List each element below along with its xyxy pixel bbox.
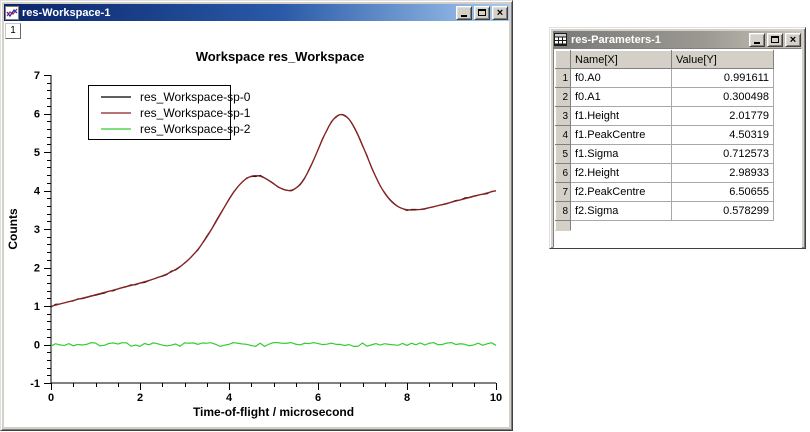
y-axis-tick-label: 3 xyxy=(34,224,40,236)
table-row: 2f0.A10.300498 xyxy=(556,88,774,107)
x-axis-tick-label: 0 xyxy=(48,392,54,404)
cell-name[interactable]: f1.PeakCentre xyxy=(571,126,672,145)
minimize-button[interactable] xyxy=(749,33,765,47)
row-header[interactable]: 7 xyxy=(556,183,571,202)
cell-value[interactable]: 0.300498 xyxy=(672,88,774,107)
table-row-partial xyxy=(556,221,774,231)
cell-name[interactable]: f2.PeakCentre xyxy=(571,183,672,202)
legend-label: res_Workspace-sp-0 xyxy=(140,90,251,104)
plot-area: 1 -1 0 1 2 3 4 5 6 7 0 2 4 6 8 10 Workspace res_Workspa… xyxy=(4,21,509,427)
row-header[interactable]: 1 xyxy=(556,69,571,88)
y-axis-tick-label: 0 xyxy=(34,340,40,352)
close-icon: × xyxy=(497,8,503,18)
x-axis-tick-label: 4 xyxy=(226,392,233,404)
table-row: 4f1.PeakCentre4.50319 xyxy=(556,126,774,145)
table-row: 6f2.Height2.98933 xyxy=(556,164,774,183)
minimize-icon xyxy=(754,42,760,44)
parameters-table-area: Name[X] Value[Y] 1f0.A00.9916112f0.A10.3… xyxy=(553,48,802,248)
plot-canvas[interactable]: -1 0 1 2 3 4 5 6 7 0 2 4 6 8 10 Workspace res_Workspace… xyxy=(4,21,509,427)
maximize-button[interactable] xyxy=(474,6,490,20)
y-axis-tick-label: 1 xyxy=(34,301,40,313)
close-button[interactable]: × xyxy=(785,33,801,47)
y-axis-tick-label: -1 xyxy=(30,378,40,390)
cell-value[interactable]: 0.578299 xyxy=(672,202,774,221)
cell-value[interactable]: 0.712573 xyxy=(672,145,774,164)
layer-1-button[interactable]: 1 xyxy=(5,23,21,39)
parameters-window-controls: × xyxy=(747,33,801,47)
x-axis-tick-label: 8 xyxy=(404,392,410,404)
cell-value[interactable]: 2.01779 xyxy=(672,107,774,126)
y-axis-tick-label: 4 xyxy=(34,186,41,198)
cell-name[interactable]: f1.Sigma xyxy=(571,145,672,164)
empty-cell xyxy=(571,221,774,231)
cell-value[interactable]: 4.50319 xyxy=(672,126,774,145)
maximize-icon xyxy=(478,9,486,16)
legend-label: res_Workspace-sp-2 xyxy=(140,122,251,136)
workspace-window: res-Workspace-1 × 1 -1 0 1 2 3 4 5 6 7 0 2 4 6 8 10 Wor… xyxy=(0,0,513,431)
table-corner-cell[interactable] xyxy=(556,51,571,69)
series-sp-0 xyxy=(51,115,496,308)
y-axis-tick-label: 7 xyxy=(34,70,40,82)
row-header[interactable]: 3 xyxy=(556,107,571,126)
table-row: 1f0.A00.991611 xyxy=(556,69,774,88)
cell-name[interactable]: f2.Sigma xyxy=(571,202,672,221)
parameters-titlebar[interactable]: res-Parameters-1 × xyxy=(553,31,802,48)
row-header[interactable] xyxy=(556,221,571,231)
cell-value[interactable]: 6.50655 xyxy=(672,183,774,202)
x-axis-tick-label: 6 xyxy=(315,392,321,404)
parameters-table: Name[X] Value[Y] 1f0.A00.9916112f0.A10.3… xyxy=(555,50,774,231)
cell-value[interactable]: 0.991611 xyxy=(672,69,774,88)
parameters-window-title: res-Parameters-1 xyxy=(571,34,747,46)
plot-title: Workspace res_Workspace xyxy=(196,49,365,64)
workspace-window-title: res-Workspace-1 xyxy=(22,7,454,19)
minimize-button[interactable] xyxy=(456,6,472,20)
x-axis-tick-label: 10 xyxy=(490,392,502,404)
workspace-titlebar[interactable]: res-Workspace-1 × xyxy=(4,4,509,21)
y-axis-title: Counts xyxy=(6,208,20,250)
row-header[interactable]: 2 xyxy=(556,88,571,107)
row-header[interactable]: 4 xyxy=(556,126,571,145)
row-header[interactable]: 5 xyxy=(556,145,571,164)
cell-name[interactable]: f1.Height xyxy=(571,107,672,126)
close-icon: × xyxy=(790,35,796,45)
table-window-icon xyxy=(554,33,568,47)
cell-value[interactable]: 2.98933 xyxy=(672,164,774,183)
series-sp-2 xyxy=(51,343,496,347)
table-row: 5f1.Sigma0.712573 xyxy=(556,145,774,164)
parameters-window: res-Parameters-1 × Name[X] Value[Y] 1f0.… xyxy=(549,27,806,249)
cell-name[interactable]: f0.A1 xyxy=(571,88,672,107)
y-axis-tick-label: 2 xyxy=(34,263,40,275)
maximize-button[interactable] xyxy=(767,33,783,47)
row-header[interactable]: 8 xyxy=(556,202,571,221)
x-axis-tick-label: 2 xyxy=(137,392,143,404)
column-header-value[interactable]: Value[Y] xyxy=(672,51,774,69)
y-axis-tick-label: 5 xyxy=(34,147,40,159)
minimize-icon xyxy=(461,15,467,17)
table-row: 3f1.Height2.01779 xyxy=(556,107,774,126)
maximize-icon xyxy=(771,36,779,43)
column-header-name[interactable]: Name[X] xyxy=(571,51,672,69)
legend-label: res_Workspace-sp-1 xyxy=(140,106,251,120)
table-row: 7f2.PeakCentre6.50655 xyxy=(556,183,774,202)
cell-name[interactable]: f0.A0 xyxy=(571,69,672,88)
table-row: 8f2.Sigma0.578299 xyxy=(556,202,774,221)
y-axis-tick-label: 6 xyxy=(34,109,40,121)
close-button[interactable]: × xyxy=(492,6,508,20)
row-header[interactable]: 6 xyxy=(556,164,571,183)
x-axis-title: Time-of-flight / microsecond xyxy=(193,405,354,419)
plot-window-icon xyxy=(5,6,19,20)
series-sp-1 xyxy=(51,115,496,307)
workspace-window-controls: × xyxy=(454,6,508,20)
cell-name[interactable]: f2.Height xyxy=(571,164,672,183)
